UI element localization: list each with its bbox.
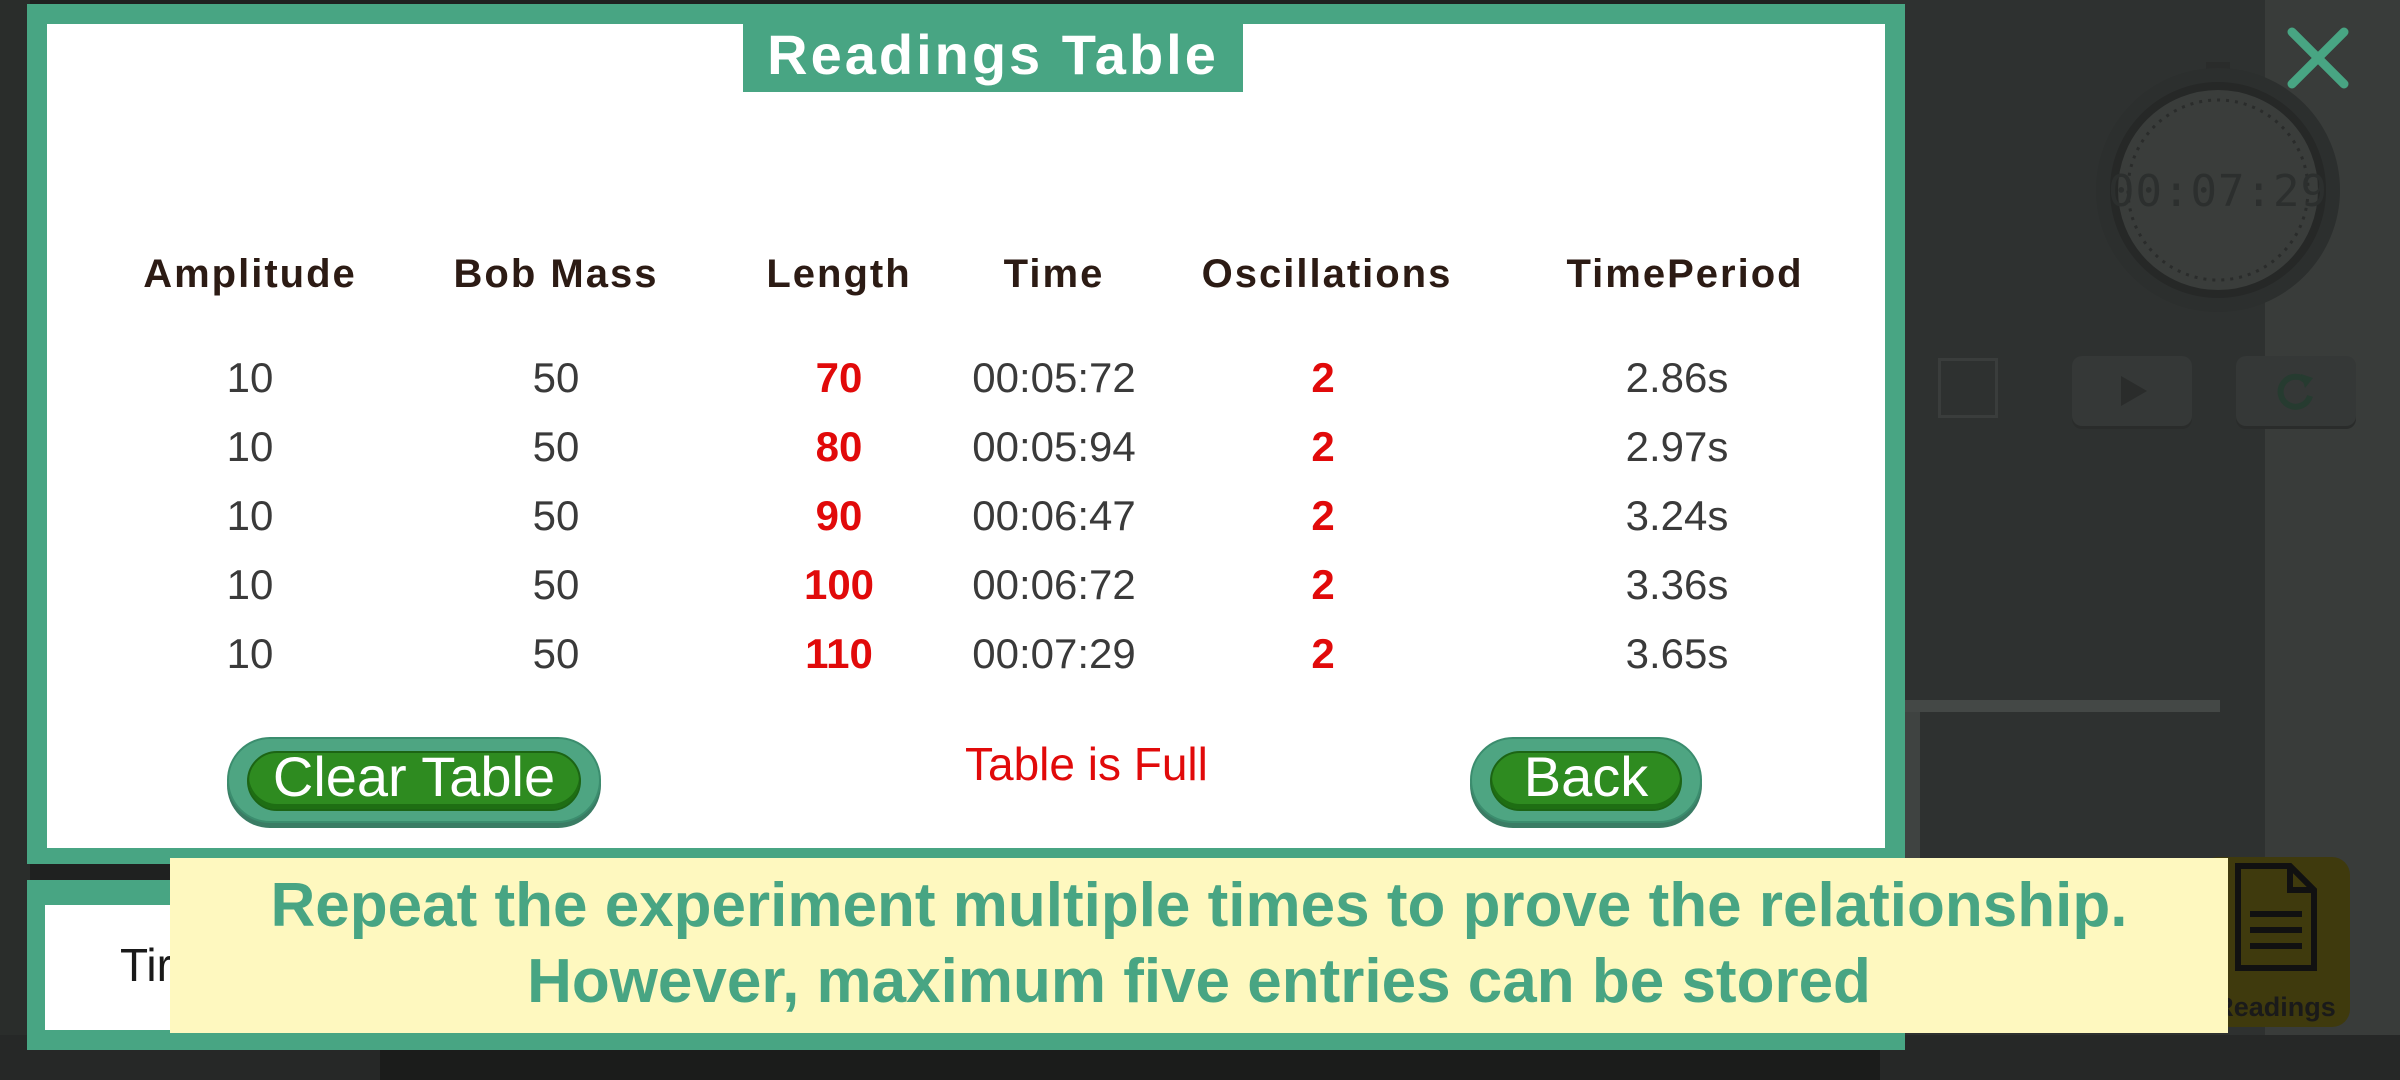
modal-content: Amplitude Bob Mass Length Time Oscillati… — [47, 24, 1885, 848]
back-label: Back — [1523, 745, 1649, 808]
header-length: Length — [766, 252, 912, 296]
stop-button[interactable] — [1938, 358, 1998, 418]
table-cell-time: 00:05:94 — [972, 423, 1136, 470]
stopwatch-display: 00:07:29 — [2108, 166, 2328, 217]
table-cell-amplitude: 10 — [226, 354, 274, 401]
header-oscillations: Oscillations — [1201, 252, 1453, 296]
table-cell-time-period: 3.65s — [1625, 630, 1729, 677]
background-shelf — [1870, 700, 2220, 712]
instruction-line-1: Repeat the experiment multiple times to … — [270, 871, 2128, 940]
clear-table-button[interactable]: Clear Table — [227, 737, 601, 823]
table-cell-oscillations: 2 — [1311, 561, 1335, 608]
table-cell-amplitude: 10 — [226, 630, 274, 677]
header-bob-mass: Bob Mass — [453, 252, 659, 296]
table-cell-oscillations: 2 — [1311, 492, 1335, 539]
table-cell-length: 90 — [815, 492, 863, 539]
instruction-banner: Repeat the experiment multiple times to … — [170, 858, 2228, 1033]
header-time: Time — [1003, 252, 1105, 296]
table-cell-bob-mass: 50 — [532, 354, 580, 401]
table-cell-time: 00:06:72 — [972, 561, 1136, 608]
status-message: Table is Full — [965, 738, 1208, 790]
stopwatch: 00:07:29 — [2088, 62, 2348, 322]
play-icon — [2121, 376, 2147, 406]
clear-table-label: Clear Table — [272, 745, 556, 808]
table-cell-length: 100 — [803, 561, 875, 608]
header-amplitude: Amplitude — [143, 252, 357, 296]
table-cell-bob-mass: 50 — [532, 492, 580, 539]
modal-title: Readings Table — [743, 24, 1243, 92]
document-icon — [2235, 863, 2317, 971]
close-button[interactable] — [2282, 22, 2354, 94]
instruction-line-2: However, maximum five entries can be sto… — [527, 947, 1871, 1016]
header-time-period: TimePeriod — [1566, 252, 1804, 296]
table-cell-oscillations: 2 — [1311, 354, 1335, 401]
table-cell-time: 00:05:72 — [972, 354, 1136, 401]
lower-panel-text: Tir — [120, 939, 172, 991]
reset-button[interactable] — [2236, 356, 2356, 426]
readings-modal: Amplitude Bob Mass Length Time Oscillati… — [27, 4, 1905, 864]
table-cell-length: 80 — [815, 423, 863, 470]
table-cell-bob-mass: 50 — [532, 630, 580, 677]
table-cell-bob-mass: 50 — [532, 423, 580, 470]
close-icon — [2287, 27, 2349, 89]
table-cell-length: 110 — [805, 630, 873, 677]
back-button[interactable]: Back — [1470, 737, 1702, 823]
table-cell-bob-mass: 50 — [532, 561, 580, 608]
table-cell-amplitude: 10 — [226, 492, 274, 539]
background-floor — [380, 1045, 1880, 1080]
table-cell-time: 00:07:29 — [972, 630, 1136, 677]
table-cell-time-period: 2.86s — [1625, 354, 1729, 401]
table-cell-time: 00:06:47 — [972, 492, 1136, 539]
play-button[interactable] — [2072, 356, 2192, 426]
table-cell-length: 70 — [815, 354, 863, 401]
reset-icon — [2277, 373, 2313, 410]
table-cell-time-period: 3.24s — [1625, 492, 1729, 539]
table-cell-oscillations: 2 — [1311, 423, 1335, 470]
table-cell-time-period: 3.36s — [1625, 561, 1729, 608]
background-left — [0, 0, 30, 1080]
table-cell-amplitude: 10 — [226, 423, 274, 470]
table-cell-oscillations: 2 — [1311, 630, 1335, 677]
table-cell-time-period: 2.97s — [1625, 423, 1729, 470]
table-cell-amplitude: 10 — [226, 561, 274, 608]
